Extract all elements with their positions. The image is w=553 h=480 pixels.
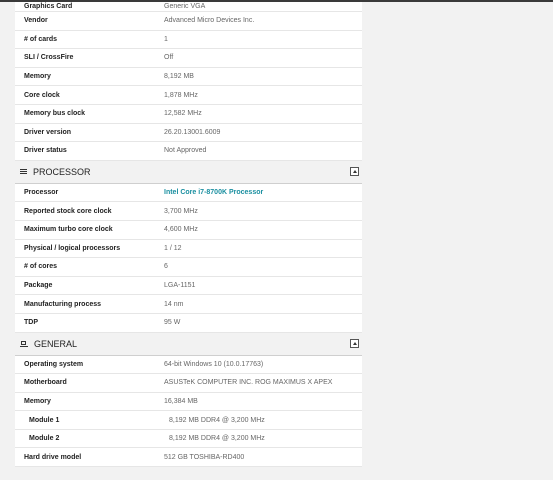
row-value: 14 nm [164,300,184,308]
row-label: Vendor [24,17,48,25]
row-value: 512 GB TOSHIBA-RD400 [164,453,245,461]
row-label: Package [24,282,53,290]
processor-row-cores: # of cores 6 [15,258,362,277]
row-value: 1,878 MHz [164,91,198,99]
row-value: 3,700 MHz [164,207,198,215]
row-label: TDP [24,319,38,327]
general-section-header: GENERAL [15,332,362,356]
row-label: Operating system [24,360,84,368]
system-info-panel: Graphics Card Generic VGA Vendor Advance… [15,2,362,480]
row-value: Advanced Micro Devices Inc. [164,17,255,25]
row-label: # of cards [24,35,58,43]
general-row-module-1: Module 1 8,192 MB DDR4 @ 3,200 MHz [15,411,362,430]
row-value: 1 [164,35,168,43]
row-value: Off [164,54,174,62]
row-label: Physical / logical processors [24,244,121,252]
row-label: Hard drive model [24,453,82,461]
row-label: Driver status [24,147,67,155]
row-value: LGA-1151 [164,282,196,290]
row-label: Motherboard [24,379,67,387]
graphics-row-driver-status: Driver status Not Approved [15,142,362,161]
general-row-motherboard: Motherboard ASUSTeK COMPUTER INC. ROG MA… [15,374,362,393]
processor-row-physical-logical: Physical / logical processors 1 / 12 [15,239,362,259]
processor-row-package: Package LGA-1151 [15,276,362,296]
row-label: SLI / CrossFire [24,54,74,62]
row-value: 8,192 MB DDR4 @ 3,200 MHz [169,416,265,424]
row-label: # of cores [24,263,58,271]
row-value: ASUSTeK COMPUTER INC. ROG MAXIMUS X APEX [164,379,333,387]
row-label: Graphics Card [24,3,73,10]
graphics-row-memory: Memory 8,192 MB [15,67,362,87]
collapse-general-button[interactable] [350,339,359,348]
row-label: Driver version [24,128,72,136]
processor-row-stock-clock: Reported stock core clock 3,700 MHz [15,202,362,221]
row-label: Memory [24,397,51,405]
row-value: 64-bit Windows 10 (10.0.17763) [164,360,264,368]
row-value: 8,192 MB [164,73,194,81]
processor-row-processor: Processor Intel Core i7-8700K Processor [15,183,362,203]
row-label: Memory bus clock [24,110,86,118]
processor-section-header: PROCESSOR [15,160,362,184]
processor-link[interactable]: Intel Core i7-8700K Processor [164,189,362,196]
graphics-row-vendor: Vendor Advanced Micro Devices Inc. [15,12,362,31]
row-label: Processor [24,189,59,197]
row-value: 95 W [164,319,181,327]
processor-row-turbo-clock: Maximum turbo core clock 4,600 MHz [15,220,362,240]
row-label: Module 1 [29,416,60,424]
row-value: 26.20.13001.6009 [164,128,221,136]
processor-row-manufacturing: Manufacturing process 14 nm [15,295,362,314]
row-value: 1 / 12 [164,244,182,252]
graphics-row-memory-bus-clock: Memory bus clock 12,582 MHz [15,104,362,124]
graphics-row-graphics-card: Graphics Card Generic VGA [15,2,362,12]
row-label: Maximum turbo core clock [24,226,113,234]
row-value: 16,384 MB [164,397,198,405]
graphics-row-sli: SLI / CrossFire Off [15,49,362,68]
graphics-row-driver-version: Driver version 26.20.13001.6009 [15,123,362,143]
general-row-memory: Memory 16,384 MB [15,392,362,412]
general-row-os: Operating system 64-bit Windows 10 (10.0… [15,355,362,375]
row-label: Reported stock core clock [24,207,112,215]
collapse-processor-button[interactable] [350,167,359,177]
row-value: 8,192 MB DDR4 @ 3,200 MHz [169,435,265,443]
row-label: Memory [24,73,51,81]
row-value: Not Approved [164,147,207,155]
section-title: GENERAL [34,338,78,349]
row-label: Core clock [24,91,60,99]
row-value: 4,600 MHz [164,226,198,234]
row-value: 12,582 MHz [164,110,202,118]
processor-row-tdp: TDP 95 W [15,313,362,333]
row-label: Module 2 [29,435,60,443]
general-row-module-2: Module 2 8,192 MB DDR4 @ 3,200 MHz [15,429,362,449]
row-value: 6 [164,263,168,271]
graphics-row-num-cards: # of cards 1 [15,30,362,50]
laptop-icon [20,340,28,347]
row-value: Generic VGA [164,3,206,10]
graphics-row-core-clock: Core clock 1,878 MHz [15,86,362,105]
section-title: PROCESSOR [33,166,91,177]
processor-icon [20,169,27,175]
row-label: Manufacturing process [24,300,102,308]
general-row-hard-drive: Hard drive model 512 GB TOSHIBA-RD400 [15,448,362,468]
